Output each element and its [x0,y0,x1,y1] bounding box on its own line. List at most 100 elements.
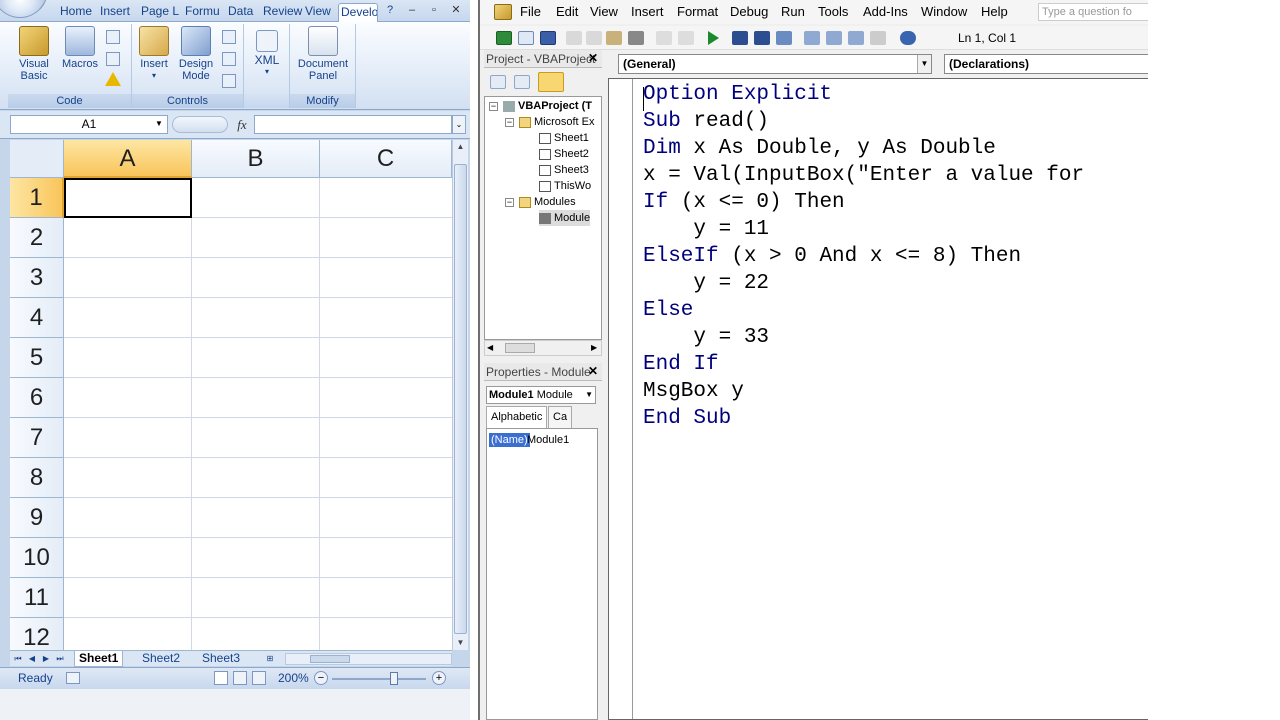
code-line[interactable]: MsgBox y [643,380,744,407]
cell-row[interactable] [64,258,452,298]
tree-node-vbaproject[interactable]: VBAProject (T [503,98,592,114]
tab-alphabetic[interactable]: Alphabetic [486,406,548,428]
properties-window-icon[interactable] [826,31,842,45]
h-scroll-thumb[interactable] [505,343,535,353]
view-code-icon[interactable] [222,52,236,66]
paste-icon[interactable] [606,31,622,45]
formula-input[interactable] [254,115,452,134]
code-line[interactable]: End Sub [643,407,731,434]
relative-references-icon[interactable] [106,52,120,66]
tab-view[interactable]: View [303,3,333,22]
project-tree[interactable]: − VBAProject (T − Microsoft Ex Sheet1 Sh… [484,96,602,340]
column-header[interactable]: A [64,140,192,178]
column-header[interactable]: B [192,140,320,178]
row-header[interactable]: 12 [10,618,64,650]
macro-security-icon[interactable] [105,72,121,86]
zoom-level[interactable]: 200% [278,671,309,685]
find-icon[interactable] [628,31,644,45]
tree-node-sheet2[interactable]: Sheet2 [539,146,589,162]
tab-developer[interactable]: Develo [338,3,378,22]
tab-page-layout[interactable]: Page L [139,3,181,22]
code-line[interactable]: Option Explicit [643,83,832,110]
close-icon[interactable]: ✕ [586,52,600,66]
macros-button[interactable]: Macros [58,26,102,70]
tab-insert[interactable]: Insert [98,3,132,22]
code-line[interactable]: y = 22 [643,272,769,299]
project-hscroll[interactable]: ◀ ▶ [484,340,602,356]
row-header[interactable]: 9 [10,498,64,538]
macro-record-icon[interactable] [66,672,80,684]
visual-basic-button[interactable]: Visual Basic [14,26,54,82]
xml-button[interactable]: XML ▾ [250,30,284,78]
tab-review[interactable]: Review [261,3,304,22]
ask-question-box[interactable]: Type a question fo [1038,3,1150,21]
first-sheet-icon[interactable]: ⏮ [12,652,24,665]
procedure-combo[interactable]: (Declarations) [944,54,1150,74]
save-icon[interactable] [540,31,556,45]
scroll-up-arrow[interactable]: ▲ [453,140,468,154]
help-icon[interactable]: ? [382,2,398,18]
menu-tools[interactable]: Tools [818,4,848,19]
row-header[interactable]: 3 [10,258,64,298]
sheet-tab-1[interactable]: Sheet1 [74,651,124,667]
collapse-icon[interactable]: − [489,102,498,111]
tab-formulas[interactable]: Formu [183,3,222,22]
code-pane[interactable]: Option Explicit Sub read() Dim x As Double… [608,78,1150,720]
view-excel-icon[interactable] [496,31,512,45]
menu-view[interactable]: View [590,4,618,19]
scroll-left-arrow[interactable]: ◀ [487,343,493,352]
code-line[interactable]: y = 11 [643,218,769,245]
cut-icon[interactable] [566,31,582,45]
break-icon[interactable] [732,31,748,45]
code-line[interactable]: Else [643,299,693,326]
page-break-view-icon[interactable] [252,671,266,685]
row-header[interactable]: 4 [10,298,64,338]
page-layout-view-icon[interactable] [233,671,247,685]
menu-edit[interactable]: Edit [556,4,578,19]
tree-node-sheet1[interactable]: Sheet1 [539,130,589,146]
code-margin[interactable] [609,79,633,719]
cell-row[interactable] [64,418,452,458]
chevron-down-icon[interactable]: ▼ [152,116,166,132]
undo-icon[interactable] [656,31,672,45]
document-panel-button[interactable]: Document Panel [294,26,352,82]
zoom-slider[interactable] [332,678,426,680]
vertical-scrollbar[interactable]: ▲ ▼ [452,140,468,650]
zoom-out-icon[interactable]: − [314,671,328,685]
toggle-folders-icon[interactable] [538,72,564,92]
menu-help[interactable]: Help [981,4,1008,19]
code-line[interactable]: End If [643,353,719,380]
insert-control-button[interactable]: Insert ▾ [136,26,172,82]
office-button[interactable] [0,0,48,18]
menu-insert[interactable]: Insert [631,4,664,19]
scroll-down-arrow[interactable]: ▼ [453,636,468,650]
sheet-tab-2[interactable]: Sheet2 [138,651,184,667]
tree-node-module1[interactable]: Module [539,210,591,226]
redo-icon[interactable] [678,31,694,45]
zoom-in-icon[interactable]: + [432,671,446,685]
cell-row[interactable] [64,538,452,578]
project-explorer-icon[interactable] [804,31,820,45]
record-macro-icon[interactable] [106,30,120,44]
reset-icon[interactable] [754,31,770,45]
scroll-right-arrow[interactable]: ▶ [591,343,597,352]
menu-add-ins[interactable]: Add-Ins [863,4,908,19]
object-combo[interactable]: (General) ▼ [618,54,932,74]
last-sheet-icon[interactable]: ⏭ [54,652,66,665]
menu-file[interactable]: File [520,4,541,19]
minimize-icon[interactable]: – [404,2,420,18]
insert-userform-icon[interactable] [518,31,534,45]
property-name-key[interactable]: (Name) [489,433,530,447]
scroll-thumb[interactable] [454,164,467,634]
cell-row[interactable] [64,338,452,378]
object-browser-icon[interactable] [848,31,864,45]
cell-row[interactable] [64,378,452,418]
menu-format[interactable]: Format [677,4,718,19]
prev-sheet-icon[interactable]: ◀ [26,652,38,665]
active-cell-a1[interactable] [64,178,192,218]
tab-home[interactable]: Home [58,3,94,22]
vbe-app-icon[interactable] [494,4,512,20]
row-header[interactable]: 6 [10,378,64,418]
close-icon[interactable]: ✕ [448,2,464,18]
code-line[interactable]: If (x <= 0) Then [643,191,845,218]
